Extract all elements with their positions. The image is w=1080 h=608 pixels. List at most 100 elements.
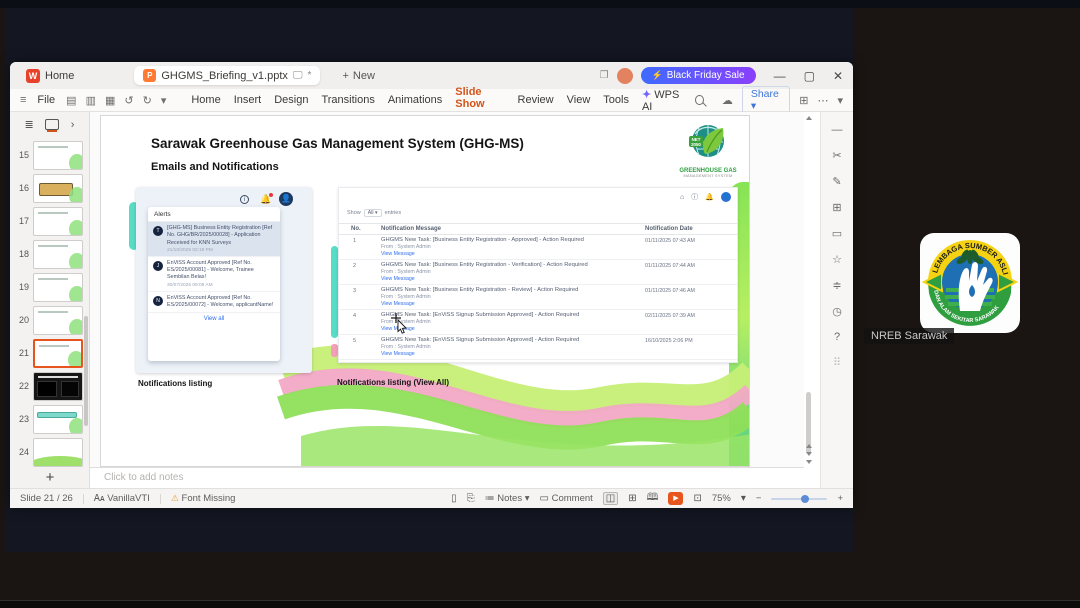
theme-indicator[interactable]: 🗛 VanillaVTI — [94, 493, 150, 504]
slide-thumbnail[interactable] — [33, 173, 83, 203]
thumbnail-row-19[interactable]: 19 — [14, 272, 83, 302]
save-icon[interactable]: ▤ — [66, 94, 76, 107]
row-no: 4 — [353, 313, 357, 319]
hamburger-icon[interactable]: ≡ — [20, 94, 26, 106]
notes-area[interactable]: Click to add notes — [90, 467, 804, 488]
menu-insert[interactable]: Insert — [232, 94, 264, 106]
thumbnail-row-24[interactable]: 24 — [14, 437, 83, 467]
comment-pane-icon[interactable]: ▭ — [832, 227, 842, 240]
menu-view[interactable]: View — [565, 94, 593, 106]
minimize-button[interactable]: — — [774, 69, 786, 83]
search-icon[interactable] — [695, 95, 704, 105]
chevron-down-icon[interactable]: ▾ — [161, 94, 167, 107]
present-on-screen-icon[interactable]: 🖵 — [293, 70, 303, 81]
add-slide-button[interactable]: + — [10, 469, 90, 486]
collapse-rail-icon[interactable]: — — [832, 124, 843, 136]
account-avatar[interactable] — [616, 67, 633, 84]
thumbnail-row-23[interactable]: 23 — [14, 404, 83, 434]
apps-grid-icon[interactable]: ⠿ — [833, 356, 841, 369]
slide-sorter-icon[interactable]: ⊞ — [628, 493, 636, 504]
slide-thumbnail[interactable] — [33, 239, 83, 269]
settings-icon[interactable]: ≑ — [832, 279, 841, 292]
normal-view-icon[interactable]: ◫ — [602, 492, 619, 505]
thumbnail-row-20[interactable]: 20 — [14, 305, 83, 335]
slide-thumbnail[interactable] — [33, 272, 83, 302]
table-row: 2 GHGMS New Task: [Business Entity Regis… — [339, 260, 737, 285]
slide-thumbnail[interactable] — [33, 437, 83, 467]
zoom-slider-handle[interactable] — [801, 494, 810, 503]
handout-icon[interactable]: ⎘ — [467, 493, 475, 504]
slide-thumbnail[interactable] — [33, 206, 83, 236]
switch-window-icon[interactable]: ❐ — [600, 70, 609, 81]
menu-slide-show[interactable]: Slide Show — [453, 86, 507, 114]
edit-icon[interactable]: ✎ — [832, 175, 841, 188]
shapes-icon[interactable]: ⊞ — [832, 201, 841, 214]
maximize-button[interactable]: ▢ — [804, 69, 815, 83]
thumbnail-row-17[interactable]: 17 — [14, 206, 83, 236]
print-icon[interactable]: ▦ — [105, 94, 115, 107]
share-button[interactable]: Share ▾ — [741, 86, 791, 114]
slide-thumbnail[interactable] — [33, 404, 83, 434]
info-icon: i — [240, 195, 249, 204]
menu-transitions[interactable]: Transitions — [319, 94, 376, 106]
menu-review[interactable]: Review — [516, 94, 556, 106]
ribbon-panel-icon[interactable]: ⊞ — [799, 94, 808, 107]
thumbnail-scrollbar[interactable] — [84, 316, 88, 426]
more-options-icon[interactable]: ⋯ — [817, 94, 828, 107]
menu-design[interactable]: Design — [272, 94, 310, 106]
thumbnail-row-15[interactable]: 15 — [14, 140, 83, 170]
document-tab[interactable]: P GHGMS_Briefing_v1.pptx 🖵 * — [134, 66, 321, 85]
thumbnail-row-18[interactable]: 18 — [14, 239, 83, 269]
alerts-card: Alerts T [GHG-MS] Business Entity Regist… — [148, 207, 280, 361]
task-pane-icon[interactable]: ▯ — [451, 493, 457, 504]
zoom-in-button[interactable]: + — [837, 493, 843, 504]
thumbnail-row-21-selected[interactable]: 21 — [14, 338, 83, 368]
scroll-up-icon[interactable] — [806, 116, 812, 120]
new-tab-button[interactable]: + New — [342, 70, 374, 82]
collapse-ribbon-icon[interactable]: ▾ — [837, 94, 843, 107]
scroll-down-icon[interactable] — [806, 460, 812, 464]
slide-thumbnail[interactable] — [33, 140, 83, 170]
slide-view-icon[interactable] — [44, 119, 59, 130]
reading-view-icon[interactable]: 🕮 — [647, 490, 659, 507]
cloud-sync-icon[interactable]: ☁ — [722, 94, 733, 107]
menu-tools[interactable]: Tools — [601, 94, 631, 106]
undo-icon[interactable]: ↺ — [124, 94, 133, 107]
zoom-level[interactable]: 75% — [712, 493, 731, 504]
menu-animations[interactable]: Animations — [386, 94, 444, 106]
output-icon[interactable]: ▥ — [86, 94, 96, 107]
notes-toggle[interactable]: ≔ Notes ▾ — [485, 493, 530, 504]
alert-date: 21/10/2025 02:19 PM — [167, 247, 213, 253]
previous-slide-icon[interactable] — [806, 444, 812, 448]
menu-wps-ai[interactable]: ✦ WPS AI — [640, 88, 686, 113]
zoom-slider[interactable] — [771, 494, 828, 503]
next-slide-icon[interactable] — [806, 452, 812, 456]
slide-thumbnail[interactable] — [33, 305, 83, 335]
slide-thumbnail-selected[interactable] — [33, 338, 83, 368]
slide-thumbnail[interactable] — [33, 371, 83, 401]
fullscreen-icon[interactable]: ⊡ — [693, 493, 701, 504]
font-missing-warning[interactable]: ⚠ Font Missing — [171, 493, 236, 504]
home-tab[interactable]: W Home — [20, 66, 86, 86]
favorites-icon[interactable]: ☆ — [832, 253, 842, 266]
comment-button[interactable]: ▭ Comment — [540, 493, 593, 504]
help-icon[interactable]: ? — [834, 331, 840, 343]
slide-canvas[interactable]: Sarawak Greenhouse Gas Management System… — [100, 115, 750, 467]
menu-home[interactable]: Home — [189, 94, 222, 106]
history-icon[interactable]: ◷ — [832, 305, 842, 318]
expand-panel-icon[interactable]: › — [71, 119, 75, 131]
close-button[interactable]: ✕ — [833, 69, 843, 83]
alert-date: 30/07/2025 09:09 AM — [167, 282, 213, 288]
thumbnail-row-16[interactable]: 16 — [14, 173, 83, 203]
wps-logo-icon: W — [26, 68, 40, 83]
slide-scrollbar[interactable] — [805, 114, 813, 466]
menu-file[interactable]: File — [35, 94, 57, 106]
redo-icon[interactable]: ↻ — [143, 94, 152, 107]
slideshow-play-button[interactable]: ▶ — [668, 492, 684, 505]
zoom-out-button[interactable]: − — [756, 493, 762, 504]
zoom-chevron-icon[interactable]: ▾ — [741, 493, 746, 504]
quick-tools-icon[interactable]: ✂ — [832, 149, 841, 162]
thumbnail-row-22[interactable]: 22 — [14, 371, 83, 401]
black-friday-sale-button[interactable]: ⚡ Black Friday Sale — [640, 67, 756, 84]
outline-view-icon[interactable]: ≣ — [25, 118, 34, 131]
